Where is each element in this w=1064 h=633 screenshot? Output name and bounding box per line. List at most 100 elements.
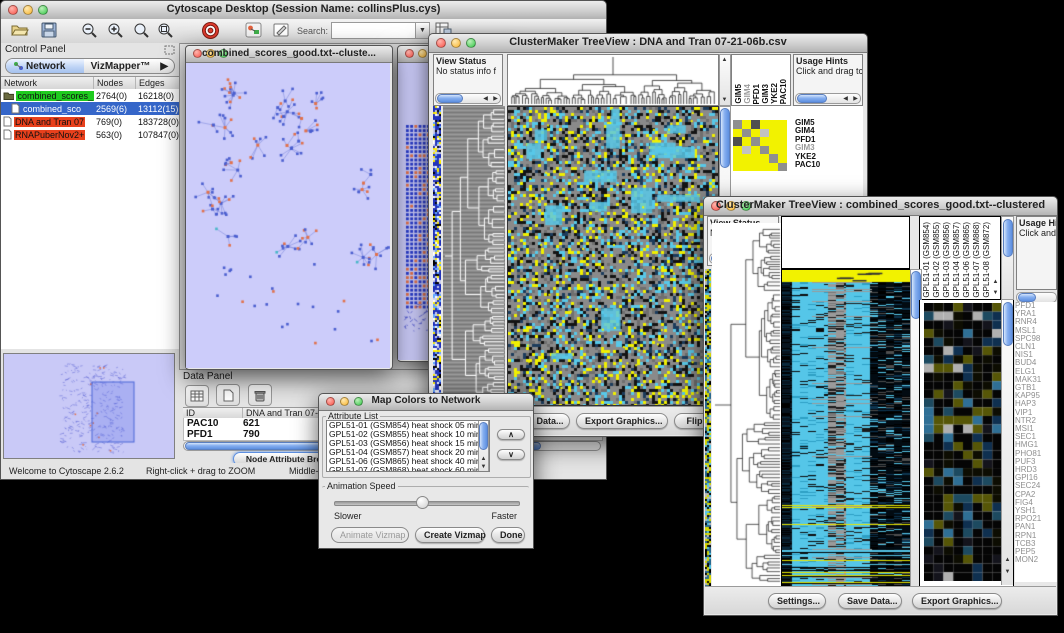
- tv1-heatmap[interactable]: [507, 106, 719, 406]
- matrix-cell: [733, 154, 742, 163]
- matrix-cell: [778, 163, 787, 172]
- status-zoom-hint: Right-click + drag to ZOOM: [146, 466, 255, 476]
- tv1-column-label: GIM4: [743, 84, 752, 104]
- open-file-icon[interactable]: [11, 22, 29, 38]
- tv2-labels-down-icon[interactable]: ▼: [991, 290, 1000, 296]
- matrix-cell: [778, 154, 787, 163]
- tv2-heatmap[interactable]: [781, 269, 911, 587]
- matrix-cell: [769, 163, 778, 172]
- tv2-column-label: GPL51-03 (GSM856): [942, 222, 952, 298]
- tv2-save-data-button[interactable]: Save Data...: [838, 593, 902, 609]
- tv1-status-scrollbar[interactable]: ◀▶: [435, 93, 501, 104]
- tv1-column-label: PAC10: [779, 79, 788, 104]
- new-attribute-icon[interactable]: [216, 384, 240, 406]
- delete-attribute-trash-icon[interactable]: [248, 384, 272, 406]
- zoom-fit-icon[interactable]: [157, 22, 175, 40]
- tab-network[interactable]: Network: [6, 59, 84, 73]
- gene-label[interactable]: MON2: [1015, 556, 1057, 564]
- control-panel-tabs: Network VizMapper™ ▶: [5, 58, 175, 74]
- network-row[interactable]: DNA and Tran 07 769(0) 183728(0): [1, 115, 179, 128]
- vizmapper-icon[interactable]: [245, 22, 262, 38]
- network-view-title: combined_scores_good.txt--cluste...: [186, 48, 392, 59]
- float-panel-icon[interactable]: [164, 45, 175, 55]
- matrix-cell: [760, 129, 769, 138]
- minimize-button[interactable]: [418, 49, 427, 58]
- attribute-group: Attribute List GPL51-01 (GSM854) heat sh…: [322, 416, 531, 478]
- move-attribute-down-button[interactable]: ∨: [497, 449, 525, 460]
- search-input[interactable]: [331, 22, 417, 39]
- matrix-cell: [742, 154, 751, 163]
- help-lifebuoy-icon[interactable]: [201, 21, 220, 40]
- attribute-item[interactable]: GPL51-07 (GSM868) heat shock 60 min: [327, 466, 478, 472]
- matrix-cell: [733, 137, 742, 146]
- network-overview-panel[interactable]: [3, 353, 175, 459]
- tv2-usage-hints-text: Click and: [1017, 227, 1056, 240]
- matrix-cell: [733, 163, 742, 172]
- treeview-combined-title: ClusterMaker TreeView : combined_scores_…: [704, 199, 1057, 211]
- tv2-export-graphics-button[interactable]: Export Graphics...: [912, 593, 1002, 609]
- attribute-list[interactable]: GPL51-01 (GSM854) heat shock 05 minGPL51…: [326, 420, 490, 472]
- tab-vizmapper[interactable]: VizMapper™: [84, 59, 158, 73]
- matrix-cell: [760, 163, 769, 172]
- tv2-column-label: GPL51-04 (GSM857): [952, 222, 962, 298]
- tv2-usage-hints-panel: Usage Hi Click and: [1016, 216, 1057, 290]
- tv1-zoom-matrix[interactable]: [733, 120, 787, 171]
- tv2-zoom-vscroll[interactable]: ▲▼: [1001, 300, 1013, 585]
- matrix-cell: [733, 129, 742, 138]
- tv1-usage-hints-panel: Usage Hints Click and drag tc ◀▶: [793, 54, 863, 106]
- tv2-global-overview-strip[interactable]: [705, 269, 711, 587]
- move-attribute-up-button[interactable]: ∧: [497, 429, 525, 440]
- network-row[interactable]: combined_scores_ 2764(0) 16218(0): [1, 89, 179, 102]
- matrix-cell: [742, 163, 751, 172]
- matrix-cell: [778, 129, 787, 138]
- matrix-cell: [778, 137, 787, 146]
- zoom-out-icon[interactable]: [81, 22, 99, 40]
- status-welcome: Welcome to Cytoscape 2.6.2: [9, 466, 124, 476]
- tv2-gene-list: PFD1YRA1RNR4MSL1SPC98CLN1NIS1BUD4ELG1MAK…: [1015, 302, 1057, 582]
- network-row[interactable]: combined_sco 2569(6) 13112(15): [1, 102, 179, 115]
- gene-label[interactable]: PAC10: [795, 161, 820, 169]
- tv1-column-labels: GIM5GIM4PFD1GIM3YKE2PAC10: [734, 54, 788, 104]
- matrix-cell: [733, 120, 742, 129]
- tv2-zoom-heatmap[interactable]: [924, 303, 1002, 581]
- zoom-selected-icon[interactable]: [133, 22, 151, 40]
- tv1-global-overview-strip[interactable]: [433, 106, 441, 406]
- matrix-cell: [742, 146, 751, 155]
- network-table-header: Network Nodes Edges: [1, 76, 179, 90]
- animation-speed-label: Animation Speed: [325, 481, 398, 491]
- attribute-select-icon[interactable]: [185, 385, 209, 407]
- tv2-settings-button[interactable]: Settings...: [768, 593, 826, 609]
- close-button[interactable]: [405, 49, 414, 58]
- save-icon[interactable]: [41, 22, 57, 38]
- attribute-list-vscroll[interactable]: ▲▼: [478, 421, 489, 471]
- slower-label: Slower: [334, 511, 362, 521]
- tv1-export-graphics-button[interactable]: Export Graphics...: [576, 413, 668, 429]
- main-titlebar[interactable]: Cytoscape Desktop (Session Name: collins…: [1, 1, 606, 20]
- network-canvas-1[interactable]: [186, 63, 390, 368]
- tv1-row-dendrogram[interactable]: [443, 106, 505, 406]
- matrix-cell: [778, 120, 787, 129]
- tv2-labels-up-icon[interactable]: ▲: [991, 279, 1000, 285]
- network-overview-canvas[interactable]: [4, 354, 174, 458]
- slider-thumb[interactable]: [416, 496, 429, 509]
- matrix-cell: [769, 120, 778, 129]
- main-window-title: Cytoscape Desktop (Session Name: collins…: [1, 3, 606, 15]
- tv1-col-vscroll[interactable]: ▲▼: [719, 54, 731, 106]
- create-vizmap-button[interactable]: Create Vizmap: [415, 527, 485, 543]
- tv2-button-bar: Settings... Save Data... Export Graphics…: [705, 586, 1056, 614]
- tv1-column-label: GIM5: [734, 84, 743, 104]
- matrix-cell: [751, 137, 760, 146]
- tv1-view-status-panel: View Status No status info f ◀▶: [433, 54, 503, 106]
- tab-overflow-arrow-icon[interactable]: ▶: [157, 59, 174, 73]
- tv1-column-dendrogram-panel[interactable]: [507, 54, 719, 106]
- tv2-labels-vscroll[interactable]: [1001, 216, 1014, 300]
- zoom-in-icon[interactable]: [107, 22, 125, 40]
- tv1-usage-scrollbar[interactable]: ◀▶: [795, 93, 861, 104]
- matrix-cell: [742, 120, 751, 129]
- tv1-usage-hints-text: Click and drag tc: [794, 65, 862, 78]
- network-row[interactable]: RNAPuberNov2+ 563(0) 107847(0): [1, 128, 179, 141]
- done-button[interactable]: Done: [491, 527, 525, 543]
- tv2-row-dendrogram[interactable]: [712, 223, 781, 587]
- annotation-icon[interactable]: [273, 22, 290, 38]
- animate-vizmap-button[interactable]: Animate Vizmap: [331, 527, 409, 543]
